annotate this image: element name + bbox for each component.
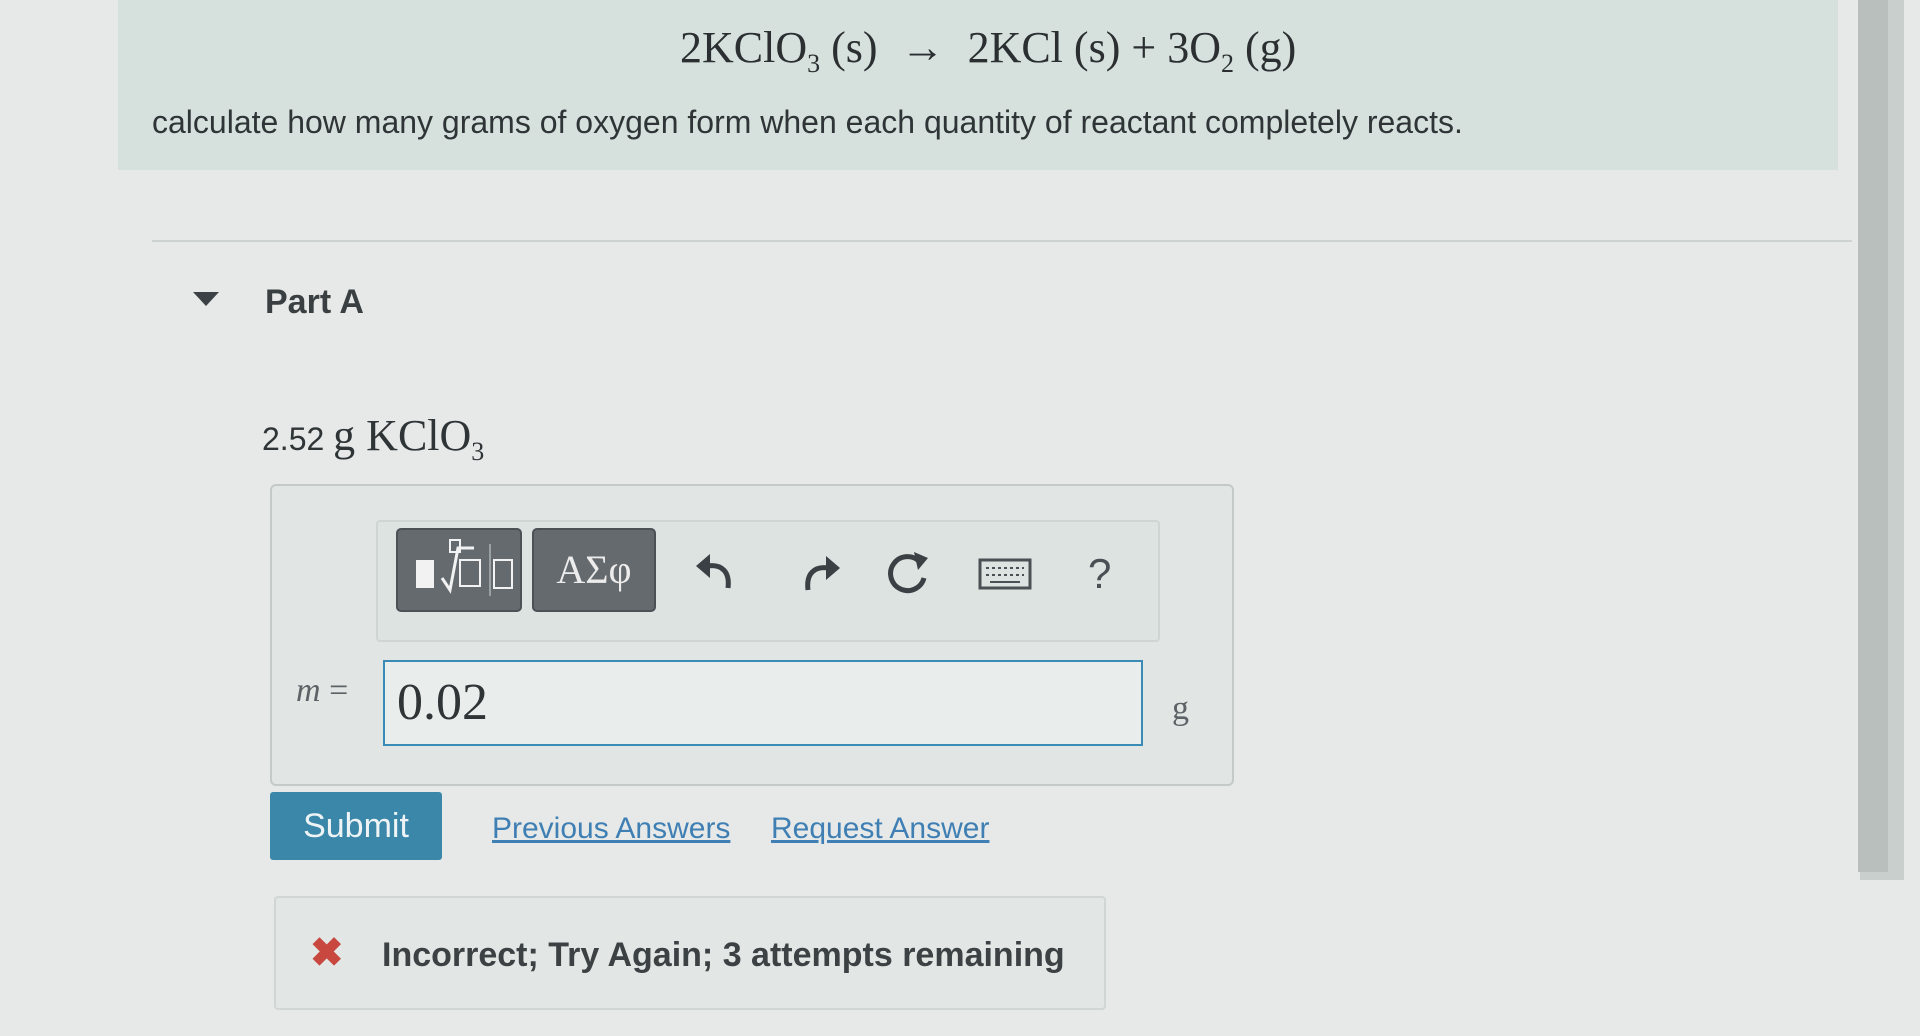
reset-icon: [888, 552, 928, 594]
reactant-formula: KClO: [702, 23, 808, 72]
redo-icon: [805, 556, 840, 591]
product2-subscript: 2: [1220, 48, 1234, 78]
help-button[interactable]: ?: [1088, 550, 1111, 598]
reset-button[interactable]: [880, 548, 936, 598]
templates-button[interactable]: [396, 528, 522, 612]
variable-name: m: [296, 672, 321, 709]
collapse-caret-icon[interactable]: [193, 292, 219, 306]
quantity-subscript: 3: [471, 436, 485, 466]
feedback-message: Incorrect; Try Again; 3 attempts remaini…: [382, 936, 1065, 974]
problem-instructions: calculate how many grams of oxygen form …: [152, 104, 1463, 140]
greek-letters-button[interactable]: ΑΣφ: [532, 528, 656, 612]
answer-unit: g: [1172, 690, 1189, 727]
part-title[interactable]: Part A: [265, 283, 364, 322]
undo-icon: [696, 554, 731, 589]
keyboard-icon: [978, 558, 1032, 590]
product1-coefficient: 2: [967, 23, 990, 72]
product2-state: (g): [1244, 23, 1297, 72]
undo-button[interactable]: [690, 548, 746, 598]
quantity-unit: g: [333, 411, 356, 460]
quantity-value: 2.52: [262, 421, 325, 457]
plus-sign: +: [1131, 23, 1157, 72]
submit-button[interactable]: Submit: [270, 792, 442, 860]
reaction-arrow: →: [900, 23, 945, 72]
answer-input[interactable]: 0.02: [383, 660, 1143, 746]
product2-formula: O: [1189, 23, 1221, 72]
quantity-formula: KClO: [366, 411, 472, 460]
previous-answers-link[interactable]: Previous Answers: [492, 812, 730, 846]
reactant-quantity: 2.52 g KClO3: [262, 410, 484, 467]
keyboard-button[interactable]: [976, 548, 1036, 598]
templates-sqrt-icon: [416, 539, 513, 596]
incorrect-x-icon: ✖: [310, 931, 344, 975]
answer-variable-label: m =: [296, 672, 348, 710]
redo-button[interactable]: [790, 548, 846, 598]
scrollbar-thumb[interactable]: [1858, 0, 1888, 872]
equals-sign: =: [329, 672, 349, 709]
product2-coefficient: 3: [1167, 23, 1190, 72]
reactant-subscript: 3: [807, 48, 821, 78]
request-answer-link[interactable]: Request Answer: [771, 812, 989, 846]
reactant-coefficient: 2: [680, 23, 702, 72]
reactant-state: (s): [831, 23, 878, 72]
section-divider: [152, 240, 1852, 242]
product1-formula: KCl: [989, 23, 1063, 72]
product1-state: (s): [1073, 23, 1121, 72]
reaction-equation: 2KClO3 (s) → 2KCl (s) + 3O2 (g): [680, 22, 1296, 79]
